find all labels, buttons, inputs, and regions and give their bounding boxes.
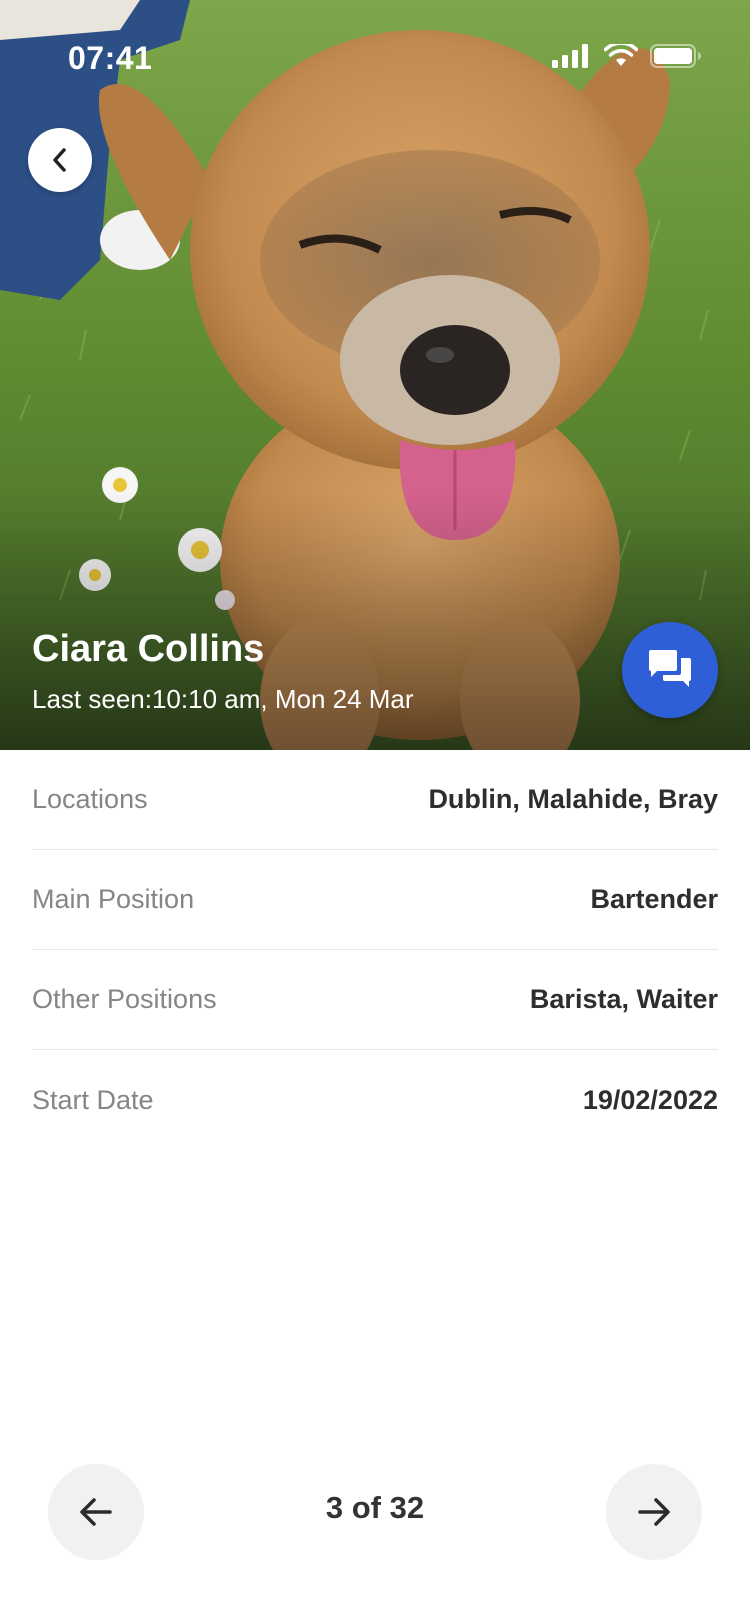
chevron-left-icon	[53, 148, 66, 172]
detail-label: Main Position	[32, 884, 195, 914]
status-bar: 07:41	[0, 0, 750, 120]
battery-icon	[650, 44, 701, 68]
last-seen-text: Last seen:10:10 am, Mon 24 Mar	[32, 684, 414, 714]
signal-icon	[552, 44, 588, 68]
chat-button[interactable]	[622, 622, 718, 718]
details-list: Locations Dublin, Malahide, Bray Main Po…	[32, 750, 718, 1150]
detail-row-main-position: Main Position Bartender	[32, 850, 718, 950]
detail-label: Start Date	[32, 1084, 154, 1115]
back-button[interactable]	[28, 128, 92, 192]
arrow-right-icon	[638, 1498, 670, 1526]
detail-value: Bartender	[590, 884, 718, 914]
detail-value: 19/02/2022	[582, 1084, 718, 1115]
next-button[interactable]	[606, 1464, 702, 1560]
status-icons	[552, 44, 702, 68]
detail-row-start-date: Start Date 19/02/2022	[32, 1050, 718, 1150]
detail-value: Barista, Waiter	[529, 984, 718, 1014]
detail-row-other-positions: Other Positions Barista, Waiter	[32, 950, 718, 1050]
detail-value: Dublin, Malahide, Bray	[428, 784, 718, 814]
wifi-icon	[604, 44, 638, 66]
detail-label: Other Positions	[32, 984, 217, 1014]
chat-icon	[649, 650, 691, 687]
status-time: 07:41	[68, 40, 153, 76]
staff-profile-screen: 07:41 Ciara Collins Last seen:10:10 am, …	[0, 0, 750, 1624]
detail-row-locations: Locations Dublin, Malahide, Bray	[32, 750, 718, 850]
detail-label: Locations	[32, 784, 148, 814]
profile-name: Ciara Collins	[32, 628, 265, 670]
